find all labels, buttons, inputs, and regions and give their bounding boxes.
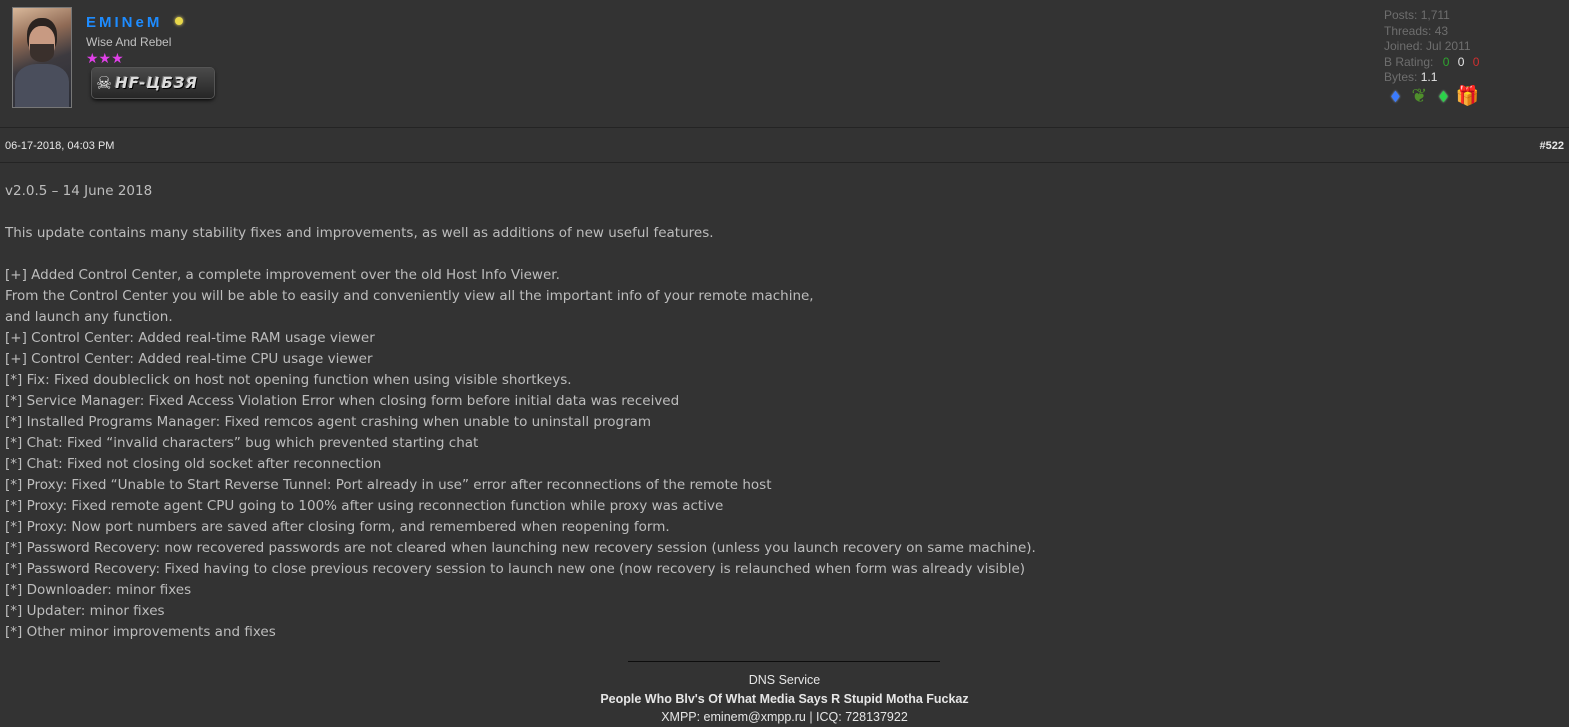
post-line: [*] Installed Programs Manager: Fixed re… <box>5 414 652 430</box>
rating-neutral: 0 <box>1457 54 1465 69</box>
post-line: [*] Downloader: minor fixes <box>5 582 192 598</box>
stat-bytes-value: 1.1 <box>1420 70 1438 84</box>
stat-joined-value: Jul 2011 <box>1426 39 1471 53</box>
award-icons: ♦ ❦ ♦ 🎁 <box>1384 85 1480 108</box>
post-date: 06-17-2018, 04:03 PM <box>5 140 115 152</box>
post-number-link[interactable]: #522 <box>1540 140 1564 152</box>
stat-joined-label: Joined: <box>1384 39 1423 53</box>
user-title: Wise And Rebel <box>86 35 172 49</box>
online-status-icon <box>175 17 183 25</box>
post-line: [*] Password Recovery: now recovered pas… <box>5 540 1036 556</box>
skull-icon: ☠ <box>96 73 113 93</box>
stat-joined: Joined: Jul 2011 <box>1384 39 1479 55</box>
post-line: [*] Proxy: Now port numbers are saved af… <box>5 519 670 535</box>
post-line: From the Control Center you will be able… <box>5 288 814 304</box>
post-line: [*] Chat: Fixed not closing old socket a… <box>5 456 382 472</box>
stat-rating[interactable]: B Rating: 0 0 0 <box>1384 55 1479 71</box>
post-line: [+] Control Center: Added real-time RAM … <box>5 330 375 346</box>
post-line: [*] Chat: Fixed “invalid characters” bug… <box>5 435 479 451</box>
stat-threads-label: Threads: <box>1384 23 1432 38</box>
avatar-body <box>15 64 69 107</box>
post-body: v2.0.5 – 14 June 2018 This update contai… <box>5 181 1555 643</box>
post-line: and launch any function. <box>5 309 173 325</box>
user-group-badge: ☠ НF-ЦБЗЯ <box>92 68 214 98</box>
blue-diamond-icon[interactable]: ♦ <box>1384 85 1407 108</box>
user-stats: Posts: 1,711 Threads: 43 Joined: Jul 201… <box>1384 8 1479 86</box>
signature-line-2: People Who Blv's Of What Media Says R St… <box>600 691 969 706</box>
group-badge-text: НF-ЦБЗЯ <box>115 74 198 92</box>
user-avatar[interactable] <box>12 7 72 108</box>
signature: DNS Service People Who Blv's Of What Med… <box>0 671 1569 727</box>
stat-rating-label: B Rating: <box>1384 54 1434 69</box>
post-line: [*] Updater: minor fixes <box>5 603 165 619</box>
rating-negative: 0 <box>1472 54 1480 69</box>
post-meta-bar: 06-17-2018, 04:03 PM #522 <box>0 129 1569 163</box>
post-line <box>5 202 1555 223</box>
signature-line-3[interactable]: XMPP: eminem@xmpp.ru | ICQ: 728137922 <box>0 708 1569 727</box>
post-line: [+] Control Center: Added real-time CPU … <box>5 351 373 367</box>
username-link[interactable]: EMINeM <box>86 14 162 31</box>
green-gem-icon[interactable]: ♦ <box>1432 85 1455 108</box>
rating-positive: 0 <box>1442 54 1450 69</box>
stat-posts-value: 1,711 <box>1420 8 1450 22</box>
stat-bytes: Bytes: 1.1 <box>1384 70 1479 86</box>
signature-line-1: DNS Service <box>748 673 821 687</box>
leaf-icon[interactable]: ❦ <box>1408 85 1431 108</box>
stat-posts-label: Posts: <box>1384 8 1418 22</box>
signature-divider <box>628 661 940 662</box>
post-line: [+] Added Control Center, a complete imp… <box>5 267 560 283</box>
stat-posts: Posts: 1,711 <box>1384 8 1479 24</box>
post-line: [*] Proxy: Fixed “Unable to Start Revers… <box>5 477 772 493</box>
gift-icon[interactable]: 🎁 <box>1456 85 1480 108</box>
rank-stars-icon: ★★★ <box>86 50 124 66</box>
post-line: [*] Other minor improvements and fixes <box>5 624 276 640</box>
avatar-beard <box>30 44 54 62</box>
post-line <box>5 244 1555 265</box>
post-line: This update contains many stability fixe… <box>5 225 714 241</box>
post-header: EMINeM Wise And Rebel ★★★ ☠ НF-ЦБЗЯ Post… <box>0 0 1569 128</box>
stat-threads-value: 43 <box>1434 23 1449 38</box>
post-line: v2.0.5 – 14 June 2018 <box>5 183 153 199</box>
post-line: [*] Fix: Fixed doubleclick on host not o… <box>5 372 572 388</box>
post-line: [*] Service Manager: Fixed Access Violat… <box>5 393 680 409</box>
stat-threads: Threads: 43 <box>1384 24 1479 40</box>
post-line: [*] Proxy: Fixed remote agent CPU going … <box>5 498 724 514</box>
post-line: [*] Password Recovery: Fixed having to c… <box>5 561 1026 577</box>
stat-bytes-label: Bytes: <box>1384 70 1418 84</box>
